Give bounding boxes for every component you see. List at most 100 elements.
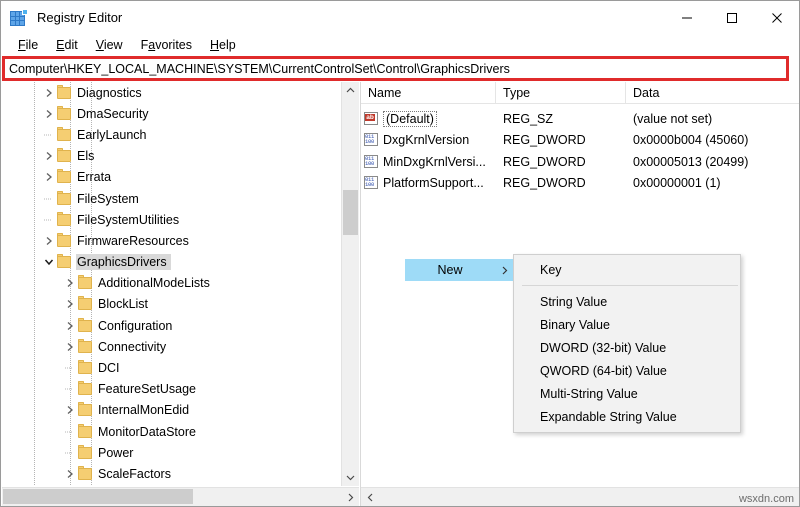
values-hscroll-left-arrow[interactable]: [361, 488, 379, 506]
value-row[interactable]: ab(Default)REG_SZ(value not set): [361, 108, 799, 130]
tree-item[interactable]: FileSystem: [2, 188, 342, 209]
submenu-item[interactable]: Key: [514, 258, 740, 281]
tree-item-label: FeatureSetUsage: [97, 381, 200, 397]
chevron-right-icon[interactable]: [41, 233, 57, 249]
tree-item-label: FirmwareResources: [76, 233, 193, 249]
tree-vertical-scrollbar[interactable]: [341, 82, 359, 486]
tree-item-label: MonitorDataStore: [97, 424, 200, 440]
values-column-header: Name Type Data: [361, 82, 799, 104]
tree-item-label: Errata: [76, 169, 115, 185]
submenu-item[interactable]: QWORD (64-bit) Value: [514, 359, 740, 382]
registry-tree[interactable]: Diagnostics DmaSecurity EarlyLaunch Els Erra…: [2, 82, 342, 486]
tree-item-label: Els: [76, 148, 98, 164]
minimize-button[interactable]: [664, 1, 709, 34]
tree-item[interactable]: FirmwareResources: [2, 230, 342, 251]
scroll-up-arrow[interactable]: [342, 82, 359, 99]
watermark-text: wsxdn.com: [739, 493, 794, 505]
tree-leaf-connector: [62, 381, 78, 397]
maximize-button[interactable]: [709, 1, 754, 34]
hscroll-right-arrow[interactable]: [341, 488, 359, 506]
submenu-item[interactable]: Multi-String Value: [514, 382, 740, 405]
folder-icon: [78, 383, 92, 395]
chevron-right-icon[interactable]: [41, 148, 57, 164]
string-value-icon: ab: [364, 112, 379, 126]
column-header-name[interactable]: Name: [361, 82, 496, 103]
chevron-right-icon[interactable]: [62, 296, 78, 312]
folder-icon: [57, 214, 71, 226]
value-row[interactable]: 011100MinDxgKrnlVersi...REG_DWORD0x00005…: [361, 151, 799, 173]
tree-item[interactable]: BlockList: [2, 294, 342, 315]
chevron-right-icon[interactable]: [62, 275, 78, 291]
chevron-right-icon[interactable]: [41, 85, 57, 101]
menu-separator: [522, 285, 738, 286]
tree-leaf-connector: [62, 445, 78, 461]
tree-item-label: Diagnostics: [76, 85, 146, 101]
chevron-down-icon[interactable]: [41, 254, 57, 270]
dword-value-icon: 011100: [364, 133, 379, 147]
tree-item-label: DCI: [97, 360, 124, 376]
dword-value-icon: 011100: [364, 155, 379, 169]
tree-item[interactable]: DCI: [2, 357, 342, 378]
submenu-item[interactable]: DWORD (32-bit) Value: [514, 336, 740, 359]
folder-icon: [78, 362, 92, 374]
tree-item[interactable]: FeatureSetUsage: [2, 379, 342, 400]
menu-favorites[interactable]: Favorites: [132, 36, 201, 54]
tree-item[interactable]: Power: [2, 442, 342, 463]
tree-item-label: EarlyLaunch: [76, 127, 151, 143]
tree-item-label: FileSystemUtilities: [76, 212, 183, 228]
folder-icon: [78, 426, 92, 438]
values-bottom-bar: wsxdn.com: [361, 487, 799, 506]
tree-horizontal-scrollbar[interactable]: [2, 487, 359, 506]
scroll-down-arrow[interactable]: [342, 469, 359, 486]
tree-item[interactable]: Els: [2, 146, 342, 167]
tree-item[interactable]: InternalMonEdid: [2, 400, 342, 421]
tree-item[interactable]: Connectivity: [2, 336, 342, 357]
tree-item[interactable]: ScaleFactors: [2, 463, 342, 484]
folder-icon: [57, 150, 71, 162]
menu-edit[interactable]: Edit: [47, 36, 87, 54]
tree-item[interactable]: DmaSecurity: [2, 103, 342, 124]
tree-item[interactable]: Configuration: [2, 315, 342, 336]
tree-item[interactable]: MonitorDataStore: [2, 421, 342, 442]
registry-editor-window: Registry Editor File Edit View Favorites…: [0, 0, 800, 507]
tree-item[interactable]: AdditionalModeLists: [2, 273, 342, 294]
context-menu-new-label: New: [405, 263, 495, 277]
close-button[interactable]: [754, 1, 799, 34]
tree-item[interactable]: EarlyLaunch: [2, 124, 342, 145]
tree-item[interactable]: UseNewKey: [2, 485, 342, 486]
tree-item[interactable]: Errata: [2, 167, 342, 188]
context-menu-item-new[interactable]: New: [405, 259, 513, 281]
submenu-item[interactable]: Expandable String Value: [514, 405, 740, 428]
folder-icon: [57, 171, 71, 183]
column-header-type[interactable]: Type: [496, 82, 626, 103]
address-path-text: Computer\HKEY_LOCAL_MACHINE\SYSTEM\Curre…: [9, 62, 510, 76]
chevron-right-icon[interactable]: [62, 402, 78, 418]
tree-item-label: Connectivity: [97, 339, 170, 355]
tree-scroll-thumb[interactable]: [343, 190, 358, 235]
menu-file[interactable]: File: [9, 36, 47, 54]
new-submenu[interactable]: Key String ValueBinary ValueDWORD (32-bit…: [513, 254, 741, 433]
tree-hscroll-thumb[interactable]: [3, 489, 193, 504]
value-row[interactable]: 011100PlatformSupport...REG_DWORD0x00000…: [361, 173, 799, 195]
folder-icon: [57, 108, 71, 120]
submenu-item[interactable]: Binary Value: [514, 313, 740, 336]
address-bar[interactable]: Computer\HKEY_LOCAL_MACHINE\SYSTEM\Curre…: [2, 56, 789, 81]
tree-item[interactable]: GraphicsDrivers: [2, 252, 342, 273]
chevron-right-icon: [495, 266, 513, 275]
tree-item[interactable]: Diagnostics: [2, 82, 342, 103]
chevron-right-icon[interactable]: [41, 106, 57, 122]
submenu-item[interactable]: String Value: [514, 290, 740, 313]
column-header-data[interactable]: Data: [626, 82, 799, 103]
tree-leaf-connector: [41, 191, 57, 207]
chevron-right-icon[interactable]: [62, 466, 78, 482]
menu-view[interactable]: View: [87, 36, 132, 54]
chevron-right-icon[interactable]: [41, 169, 57, 185]
tree-item-label: GraphicsDrivers: [76, 254, 171, 270]
value-type: REG_DWORD: [496, 133, 626, 147]
tree-item[interactable]: FileSystemUtilities: [2, 209, 342, 230]
menu-help[interactable]: Help: [201, 36, 245, 54]
value-type: REG_DWORD: [496, 176, 626, 190]
chevron-right-icon[interactable]: [62, 339, 78, 355]
value-row[interactable]: 011100DxgKrnlVersionREG_DWORD0x0000b004 …: [361, 130, 799, 152]
chevron-right-icon[interactable]: [62, 318, 78, 334]
